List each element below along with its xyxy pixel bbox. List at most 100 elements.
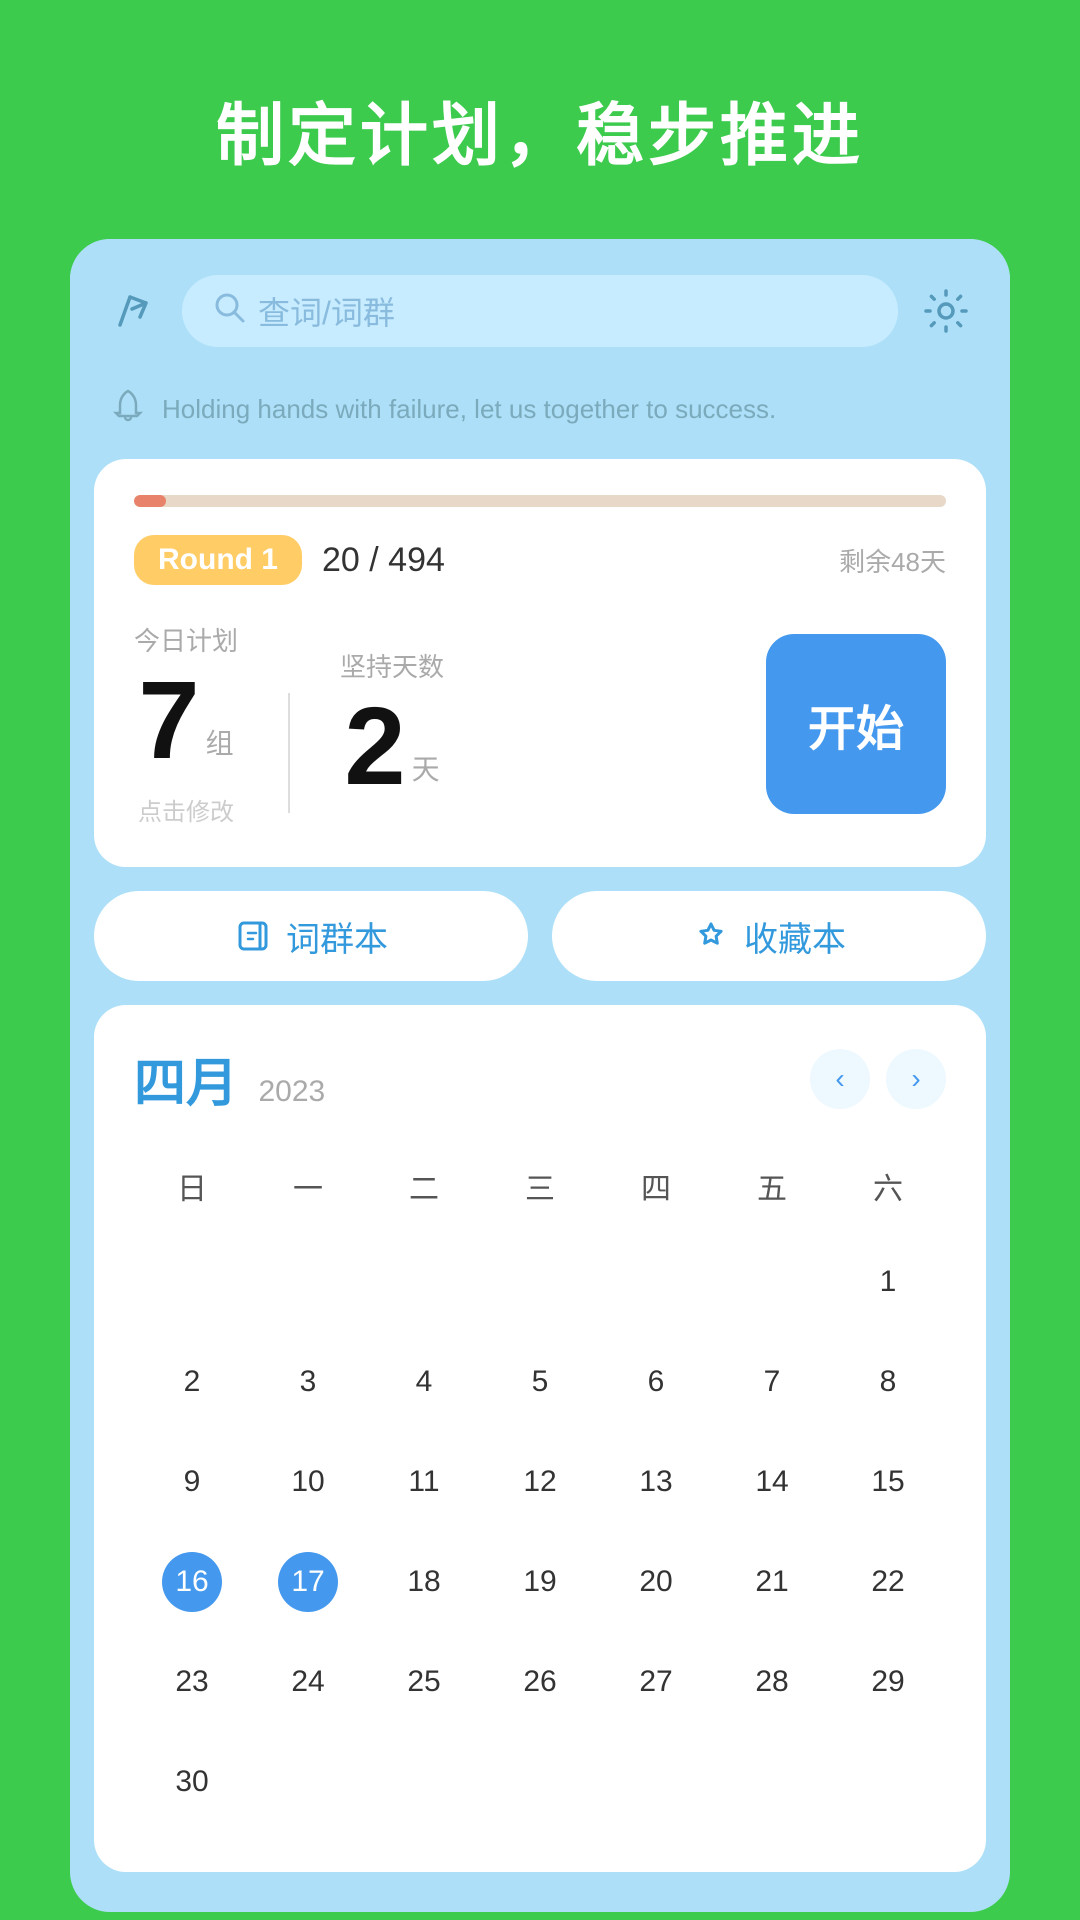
notification-bar: Holding hands with failure, let us toget…: [70, 371, 1010, 459]
calendar-year: 2023: [258, 1075, 325, 1108]
calendar-title: 四月 2023: [134, 1041, 325, 1116]
edit-hint[interactable]: 点击修改: [138, 792, 234, 827]
calendar-day[interactable]: 5: [482, 1336, 598, 1428]
calendar-nav: ‹ ›: [810, 1049, 946, 1109]
calendar-header: 四月 2023 ‹ ›: [134, 1041, 946, 1116]
calendar-week-row: 30: [134, 1736, 946, 1828]
calendar-week-row: 9101112131415: [134, 1436, 946, 1528]
today-plan-number: 7: [138, 666, 199, 776]
settings-icon[interactable]: [918, 283, 974, 339]
calendar-day: [134, 1236, 250, 1328]
search-icon: [212, 290, 246, 332]
calendar-week-row: 2345678: [134, 1336, 946, 1428]
bell-icon: [110, 387, 146, 431]
notification-text: Holding hands with failure, let us toget…: [162, 394, 776, 425]
word-group-button[interactable]: 词群本: [94, 891, 528, 981]
calendar-day[interactable]: 17: [250, 1536, 366, 1628]
remaining-text: 剩余48天: [839, 542, 946, 579]
calendar-grid: 日一二三四五六 12345678910111213141516171819202…: [134, 1152, 946, 1828]
calendar-card: 四月 2023 ‹ › 日一二三四五六 12345678910111213141…: [94, 1005, 986, 1872]
calendar-day[interactable]: 27: [598, 1636, 714, 1728]
calendar-day[interactable]: 19: [482, 1536, 598, 1628]
calendar-day: [366, 1736, 482, 1828]
calendar-day[interactable]: 21: [714, 1536, 830, 1628]
calendar-weekday: 六: [830, 1152, 946, 1220]
persist-block: 坚持天数 2 天: [340, 647, 444, 802]
progress-bar-fill: [134, 495, 166, 507]
calendar-week-row: 16171819202122: [134, 1536, 946, 1628]
app-background: 制定计划，稳步推进 查词/词群: [0, 0, 1080, 1912]
calendar-day: [714, 1236, 830, 1328]
main-card: Round 1 20 / 494 剩余48天 今日计划 7 组 点击修改: [94, 459, 986, 867]
calendar-day[interactable]: 13: [598, 1436, 714, 1528]
calendar-weekday: 二: [366, 1152, 482, 1220]
calendar-day[interactable]: 4: [366, 1336, 482, 1428]
calendar-weekday: 五: [714, 1152, 830, 1220]
prev-month-button[interactable]: ‹: [810, 1049, 870, 1109]
calendar-day[interactable]: 10: [250, 1436, 366, 1528]
calendar-day: [482, 1236, 598, 1328]
calendar-day[interactable]: 26: [482, 1636, 598, 1728]
calendar-day[interactable]: 2: [134, 1336, 250, 1428]
persist-number: 2: [344, 692, 405, 802]
search-placeholder: 查词/词群: [258, 288, 395, 334]
calendar-day: [482, 1736, 598, 1828]
calendar-day[interactable]: 16: [134, 1536, 250, 1628]
stats-row: 今日计划 7 组 点击修改 坚持天数 2 天 开始: [134, 621, 946, 827]
calendar-day[interactable]: 24: [250, 1636, 366, 1728]
progress-bar-container: [134, 495, 946, 507]
calendar-day[interactable]: 18: [366, 1536, 482, 1628]
share-icon[interactable]: [106, 283, 162, 339]
calendar-weekday-row: 日一二三四五六: [134, 1152, 946, 1220]
calendar-day[interactable]: 22: [830, 1536, 946, 1628]
top-bar: 查词/词群: [70, 239, 1010, 371]
calendar-day[interactable]: 23: [134, 1636, 250, 1728]
today-plan-label: 今日计划: [134, 621, 238, 658]
calendar-day: [250, 1236, 366, 1328]
calendar-day: [250, 1736, 366, 1828]
calendar-week-row: 23242526272829: [134, 1636, 946, 1728]
calendar-day[interactable]: 30: [134, 1736, 250, 1828]
calendar-day: [366, 1236, 482, 1328]
calendar-week-row: 1: [134, 1236, 946, 1328]
calendar-weekday: 日: [134, 1152, 250, 1220]
today-plan-block: 今日计划 7 组 点击修改: [134, 621, 238, 827]
favorites-label: 收藏本: [744, 912, 846, 961]
calendar-day[interactable]: 8: [830, 1336, 946, 1428]
next-month-button[interactable]: ›: [886, 1049, 946, 1109]
calendar-weekday: 三: [482, 1152, 598, 1220]
progress-text: 20 / 494: [322, 541, 445, 580]
word-group-label: 词群本: [286, 912, 388, 961]
calendar-day[interactable]: 11: [366, 1436, 482, 1528]
calendar-day[interactable]: 20: [598, 1536, 714, 1628]
calendar-day[interactable]: 25: [366, 1636, 482, 1728]
headline: 制定计划，稳步推进: [176, 0, 904, 239]
calendar-day[interactable]: 14: [714, 1436, 830, 1528]
calendar-weekday: 一: [250, 1152, 366, 1220]
calendar-day: [598, 1736, 714, 1828]
calendar-weekday: 四: [598, 1152, 714, 1220]
calendar-day[interactable]: 1: [830, 1236, 946, 1328]
calendar-day: [714, 1736, 830, 1828]
favorites-button[interactable]: 收藏本: [552, 891, 986, 981]
calendar-day[interactable]: 3: [250, 1336, 366, 1428]
start-button[interactable]: 开始: [766, 634, 946, 814]
persist-value-row: 2 天: [344, 692, 439, 802]
search-bar[interactable]: 查词/词群: [182, 275, 898, 347]
calendar-month: 四月: [134, 1055, 238, 1113]
today-plan-value-row: 7 组: [138, 666, 233, 776]
calendar-day[interactable]: 6: [598, 1336, 714, 1428]
round-row: Round 1 20 / 494 剩余48天: [134, 535, 946, 585]
btn-row: 词群本 收藏本: [94, 891, 986, 981]
app-card: 查词/词群 Holding hands with failure, let us…: [70, 239, 1010, 1912]
calendar-day[interactable]: 7: [714, 1336, 830, 1428]
calendar-day[interactable]: 12: [482, 1436, 598, 1528]
calendar-day: [830, 1736, 946, 1828]
calendar-day: [598, 1236, 714, 1328]
calendar-day[interactable]: 15: [830, 1436, 946, 1528]
calendar-day[interactable]: 29: [830, 1636, 946, 1728]
today-plan-unit: 组: [206, 722, 234, 762]
calendar-day[interactable]: 9: [134, 1436, 250, 1528]
calendar-day[interactable]: 28: [714, 1636, 830, 1728]
stat-divider: [288, 693, 290, 813]
